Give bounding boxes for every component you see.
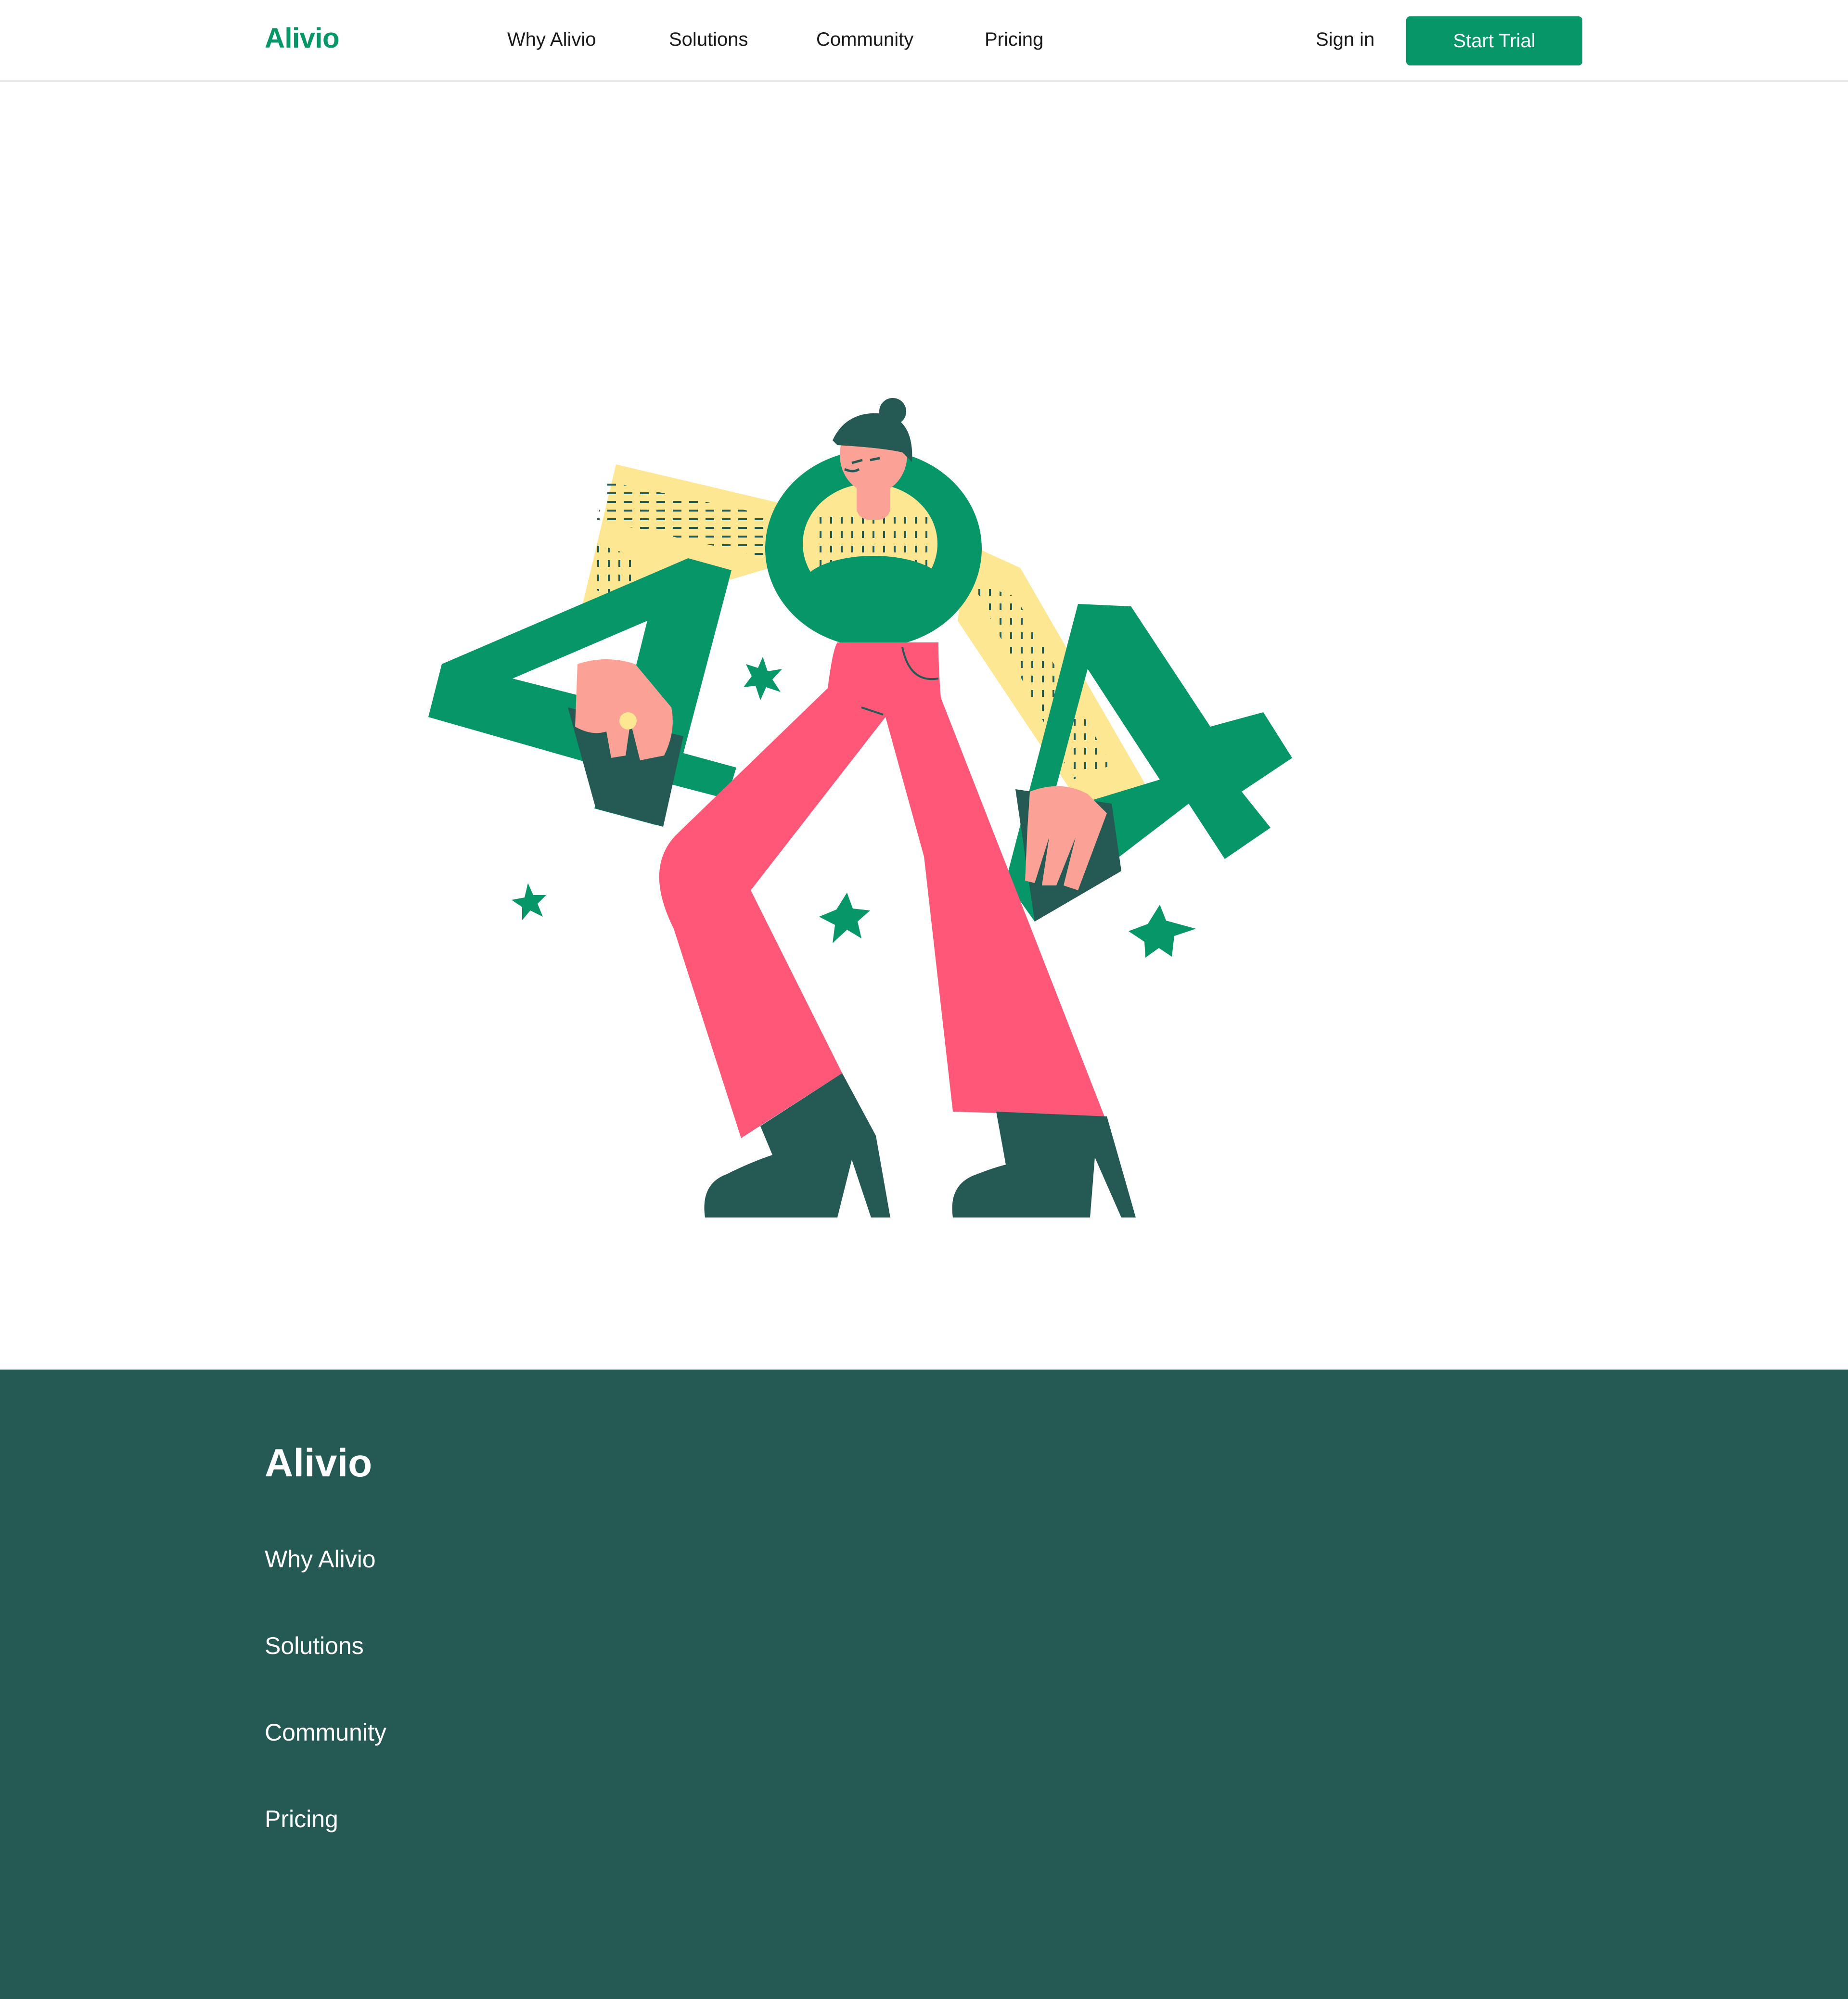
star-icon — [512, 883, 546, 920]
nav-solutions[interactable]: Solutions — [669, 29, 748, 51]
nav-pricing[interactable]: Pricing — [985, 29, 1043, 51]
404-illustration — [428, 398, 1292, 1217]
site-footer: Alivio Why Alivio Solutions Community Pr… — [0, 1370, 1848, 1999]
footer-logo[interactable]: Alivio — [265, 1441, 372, 1486]
nav-why-alivio[interactable]: Why Alivio — [507, 29, 596, 51]
brand-logo[interactable]: Alivio — [265, 22, 339, 54]
right-boot — [952, 1112, 1136, 1217]
error-hero — [0, 82, 1848, 1370]
footer-link-community[interactable]: Community — [265, 1718, 386, 1746]
site-header: Alivio Why Alivio Solutions Community Pr… — [0, 0, 1848, 82]
footer-link-pricing[interactable]: Pricing — [265, 1805, 338, 1833]
sign-in-link[interactable]: Sign in — [1316, 29, 1374, 51]
footer-link-why-alivio[interactable]: Why Alivio — [265, 1545, 376, 1573]
start-trial-button[interactable]: Start Trial — [1406, 16, 1582, 65]
star-icon — [1129, 905, 1196, 958]
footer-link-solutions[interactable]: Solutions — [265, 1632, 364, 1660]
star-icon — [819, 893, 870, 943]
nav-community[interactable]: Community — [816, 29, 913, 51]
star-icon — [744, 657, 782, 700]
